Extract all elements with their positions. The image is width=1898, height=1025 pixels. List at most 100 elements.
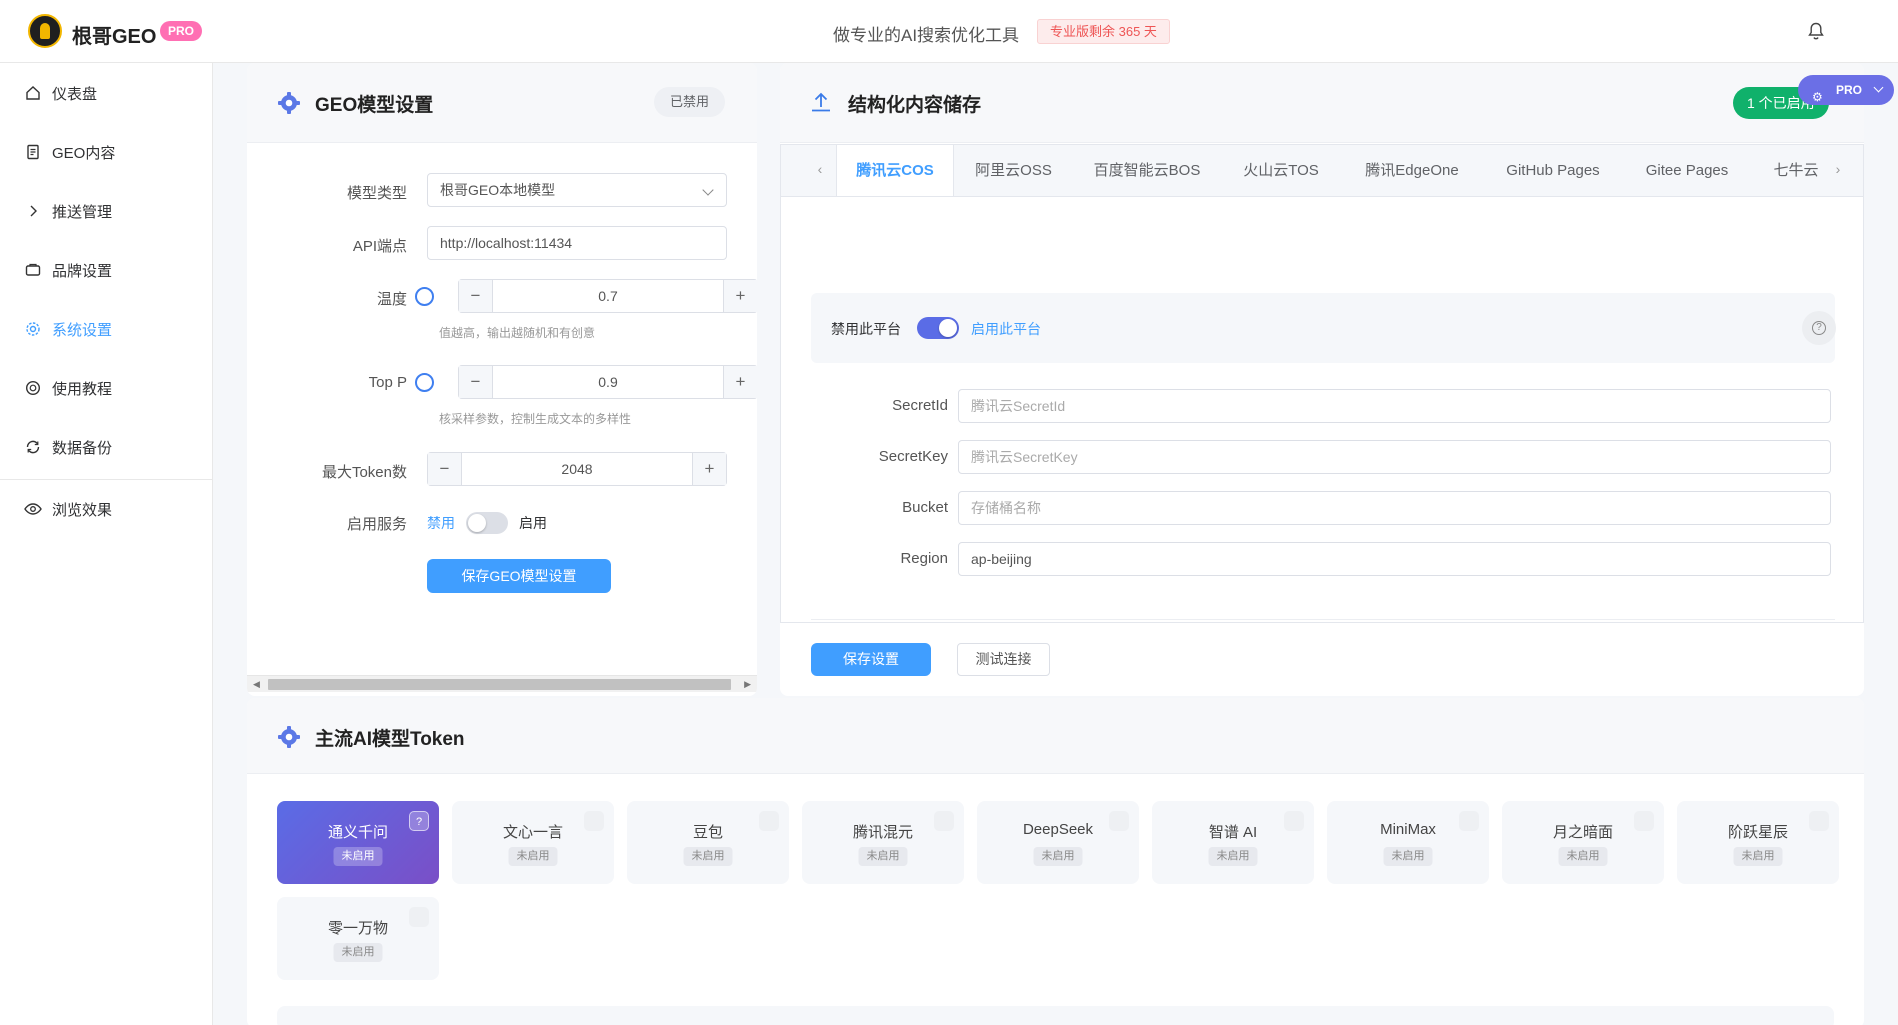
model-status: 未启用 <box>1033 847 1083 866</box>
sidebar-item-settings[interactable]: 系统设置 <box>0 309 212 349</box>
pro-menu-label: PRO <box>1836 83 1863 97</box>
sidebar-item-dashboard[interactable]: 仪表盘 <box>0 73 212 113</box>
tab-scroll-left-icon[interactable]: ‹ <box>805 145 835 196</box>
tab-baidu-bos[interactable]: 百度智能云BOS <box>1073 145 1221 196</box>
question-icon[interactable] <box>1634 811 1654 831</box>
temperature-value[interactable]: 0.7 <box>493 280 723 312</box>
sidebar-item-geo-content[interactable]: GEO内容 <box>0 132 212 172</box>
model-card-zhipu[interactable]: 智谱 AI 未启用 <box>1152 801 1314 884</box>
question-icon[interactable] <box>409 811 429 831</box>
temperature-stepper[interactable]: − 0.7 + <box>458 279 757 313</box>
chevron-down-icon <box>702 184 714 196</box>
model-status: 未启用 <box>683 847 733 866</box>
model-card-tongyi[interactable]: 通义千问 未启用 <box>277 801 439 884</box>
model-card-moonshot[interactable]: 月之暗面 未启用 <box>1502 801 1664 884</box>
gear-icon <box>24 320 42 338</box>
model-status: 未启用 <box>333 943 383 962</box>
decrement-button[interactable]: − <box>428 453 462 485</box>
geo-model-card: GEO模型设置 已禁用 模型类型 根哥GEO本地模型 API端点 温度 − 0.… <box>247 63 757 696</box>
model-card-stepfun[interactable]: 阶跃星辰 未启用 <box>1677 801 1839 884</box>
model-status: 未启用 <box>508 847 558 866</box>
sidebar-item-brand[interactable]: 品牌设置 <box>0 250 212 290</box>
question-icon[interactable] <box>759 811 779 831</box>
decrement-button[interactable]: − <box>459 366 493 398</box>
info-circle-icon[interactable] <box>415 287 434 306</box>
tab-github-pages[interactable]: GitHub Pages <box>1483 145 1623 196</box>
secret-key-input[interactable] <box>958 440 1831 474</box>
secret-id-label: SecretId <box>892 397 948 414</box>
scroll-left-icon[interactable]: ◀ <box>253 679 260 690</box>
model-card-lingyi[interactable]: 零一万物 未启用 <box>277 897 439 980</box>
info-circle-icon[interactable] <box>415 373 434 392</box>
help-button[interactable]: ? <box>1802 311 1836 345</box>
model-card-doubao[interactable]: 豆包 未启用 <box>627 801 789 884</box>
secret-id-input[interactable] <box>958 389 1831 423</box>
bucket-label: Bucket <box>902 499 948 516</box>
model-status: 未启用 <box>333 847 383 866</box>
sidebar-item-backup[interactable]: 数据备份 <box>0 427 212 467</box>
api-endpoint-input[interactable] <box>427 226 727 260</box>
model-card-wenxin[interactable]: 文心一言 未启用 <box>452 801 614 884</box>
temperature-hint: 值越高，输出越随机和有创意 <box>439 326 596 340</box>
increment-button[interactable]: + <box>723 280 757 312</box>
tab-volc-tos[interactable]: 火山云TOS <box>1221 145 1341 196</box>
bucket-input[interactable] <box>958 491 1831 525</box>
geo-card-title: GEO模型设置 <box>315 95 434 116</box>
question-icon[interactable] <box>584 811 604 831</box>
question-icon[interactable] <box>1284 811 1304 831</box>
help-circle-icon <box>24 379 42 397</box>
service-label: 启用服务 <box>346 516 407 533</box>
platform-off-label[interactable]: 禁用此平台 <box>831 319 901 339</box>
bell-icon[interactable] <box>1808 22 1824 40</box>
region-input[interactable] <box>958 542 1831 576</box>
pro-menu-button[interactable]: ⚙ PRO <box>1798 75 1894 105</box>
tab-aliyun-oss[interactable]: 阿里云OSS <box>954 145 1073 196</box>
question-icon[interactable] <box>1809 811 1829 831</box>
max-token-stepper[interactable]: − 2048 + <box>427 452 727 486</box>
model-card-deepseek[interactable]: DeepSeek 未启用 <box>977 801 1139 884</box>
scrollbar-thumb[interactable] <box>268 679 731 690</box>
question-icon[interactable] <box>934 811 954 831</box>
token-card-header: 主流AI模型Token <box>247 698 1864 774</box>
scroll-right-icon[interactable]: ▶ <box>744 679 751 690</box>
model-status: 未启用 <box>1383 847 1433 866</box>
platform-on-label[interactable]: 启用此平台 <box>971 319 1041 339</box>
tab-tencent-edgeone[interactable]: 腾讯EdgeOne <box>1341 145 1483 196</box>
document-icon <box>24 143 42 161</box>
horizontal-scrollbar[interactable]: ◀ ▶ <box>247 675 757 692</box>
sidebar-item-label: 推送管理 <box>52 203 113 221</box>
save-storage-button[interactable]: 保存设置 <box>811 643 931 676</box>
sidebar-item-preview[interactable]: 浏览效果 <box>0 489 212 529</box>
sidebar-item-label: 浏览效果 <box>52 501 113 519</box>
question-icon[interactable] <box>1459 811 1479 831</box>
sidebar-item-tutorial[interactable]: 使用教程 <box>0 368 212 408</box>
token-detail-panel <box>277 1006 1834 1025</box>
model-card-minimax[interactable]: MiniMax 未启用 <box>1327 801 1489 884</box>
question-icon[interactable] <box>409 907 429 927</box>
increment-button[interactable]: + <box>723 366 757 398</box>
top-p-stepper[interactable]: − 0.9 + <box>458 365 757 399</box>
question-icon[interactable] <box>1109 811 1129 831</box>
platform-toggle[interactable] <box>917 317 959 339</box>
tab-gitee-pages[interactable]: Gitee Pages <box>1623 145 1751 196</box>
increment-button[interactable]: + <box>692 453 726 485</box>
tab-scroll-right-icon[interactable]: › <box>1823 145 1853 196</box>
save-geo-settings-button[interactable]: 保存GEO模型设置 <box>427 559 611 593</box>
sidebar-item-push[interactable]: 推送管理 <box>0 191 212 231</box>
storage-card: 结构化内容储存 1 个已启用 ‹ 腾讯云COS 阿里云OSS 百度智能云BOS … <box>780 63 1864 696</box>
eye-icon <box>24 500 42 518</box>
service-toggle[interactable] <box>466 512 508 534</box>
decrement-button[interactable]: − <box>459 280 493 312</box>
max-token-value[interactable]: 2048 <box>462 453 692 485</box>
top-p-label: Top P <box>368 374 407 391</box>
model-status: 未启用 <box>1558 847 1608 866</box>
model-card-hunyuan[interactable]: 腾讯混元 未启用 <box>802 801 964 884</box>
tab-tencent-cos[interactable]: 腾讯云COS <box>836 145 954 196</box>
logo-icon <box>28 14 62 48</box>
platform-toggle-bar: 禁用此平台 启用此平台 ? <box>811 293 1836 363</box>
model-type-select[interactable]: 根哥GEO本地模型 <box>427 173 727 207</box>
service-on-label[interactable]: 启用 <box>519 513 547 533</box>
test-connection-button[interactable]: 测试连接 <box>957 643 1050 676</box>
service-off-label[interactable]: 禁用 <box>427 513 455 533</box>
top-p-value[interactable]: 0.9 <box>493 366 723 398</box>
